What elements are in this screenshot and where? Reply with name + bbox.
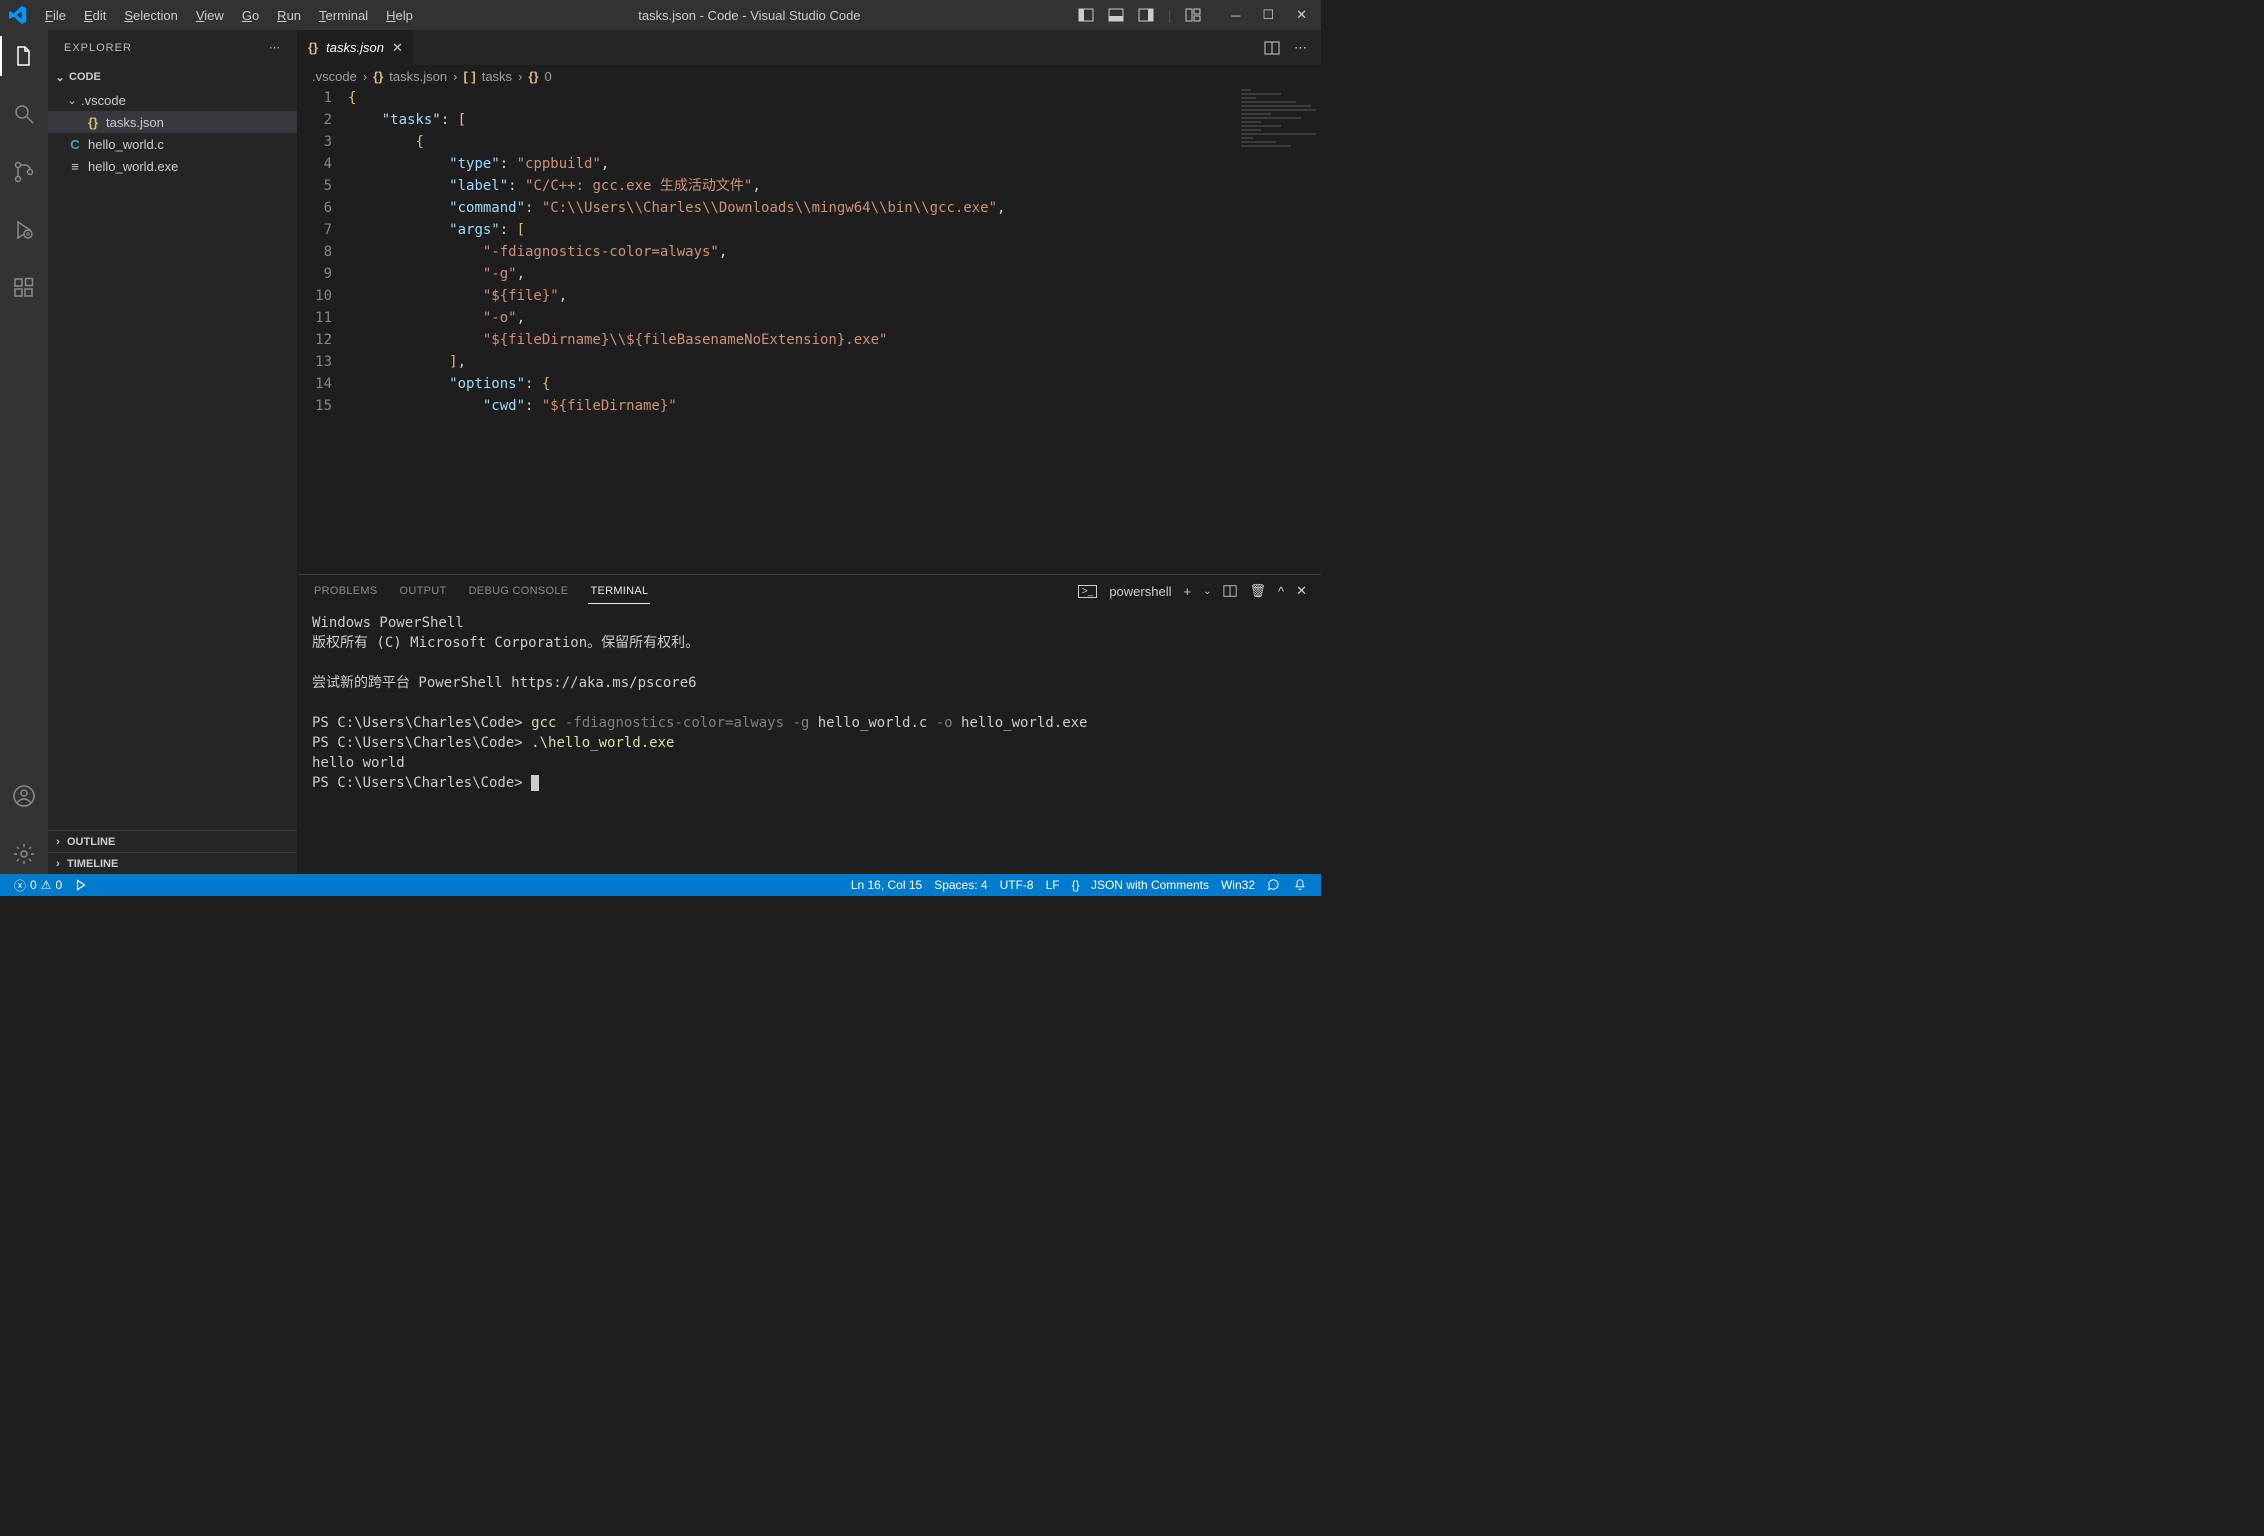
outline-section[interactable]: ›OUTLINE (48, 830, 297, 852)
status-bar: ⓧ0 ⚠0 Ln 16, Col 15 Spaces: 4 UTF-8 LF {… (0, 874, 1321, 896)
explorer-icon[interactable] (0, 36, 48, 76)
tab-output[interactable]: OUTPUT (398, 579, 449, 603)
object-icon: {} (528, 69, 538, 84)
json-file-icon: {} (308, 40, 318, 55)
tab-label: tasks.json (326, 40, 384, 55)
activity-bar (0, 30, 48, 874)
menu-file[interactable]: File (37, 4, 74, 27)
chevron-right-icon: › (52, 836, 64, 848)
status-eol[interactable]: LF (1040, 878, 1066, 892)
breadcrumb-segment[interactable]: .vscode (312, 69, 357, 84)
error-icon: ⓧ (14, 877, 26, 894)
tab-debug-console[interactable]: DEBUG CONSOLE (467, 579, 571, 603)
file-label: hello_world.exe (88, 159, 178, 174)
maximize-panel-icon[interactable]: ^ (1278, 584, 1284, 599)
accounts-icon[interactable] (0, 776, 48, 816)
menu-selection[interactable]: Selection (116, 4, 185, 27)
outline-label: OUTLINE (67, 836, 115, 848)
array-icon: [ ] (463, 69, 475, 84)
terminal[interactable]: Windows PowerShell 版权所有 (C) Microsoft Co… (298, 607, 1321, 874)
terminal-cursor (531, 775, 539, 791)
extensions-icon[interactable] (0, 268, 48, 308)
tab-tasks-json[interactable]: {} tasks.json ✕ (298, 30, 414, 65)
code-editor[interactable]: 123456789101112131415 { "tasks": [ { "ty… (298, 87, 1321, 574)
status-lang[interactable]: {} JSON with Comments (1066, 878, 1215, 892)
binary-file-icon: ≡ (66, 159, 84, 174)
c-file-icon: C (66, 137, 84, 152)
explorer-sidebar: EXPLORER ⋯ ⌄ CODE ⌄ .vscode {} tasks.jso… (48, 30, 298, 874)
terminal-name[interactable]: powershell (1109, 584, 1171, 599)
layout-controls[interactable]: | (1078, 7, 1215, 23)
chevron-down-icon: ⌄ (54, 71, 66, 84)
folder-label: .vscode (81, 93, 126, 108)
tab-terminal[interactable]: TERMINAL (588, 579, 650, 604)
panel-right-icon[interactable] (1138, 7, 1154, 23)
menu-help[interactable]: Help (378, 4, 421, 27)
tab-close-icon[interactable]: ✕ (392, 40, 403, 56)
maximize-icon[interactable]: ☐ (1262, 7, 1274, 23)
minimap[interactable] (1231, 87, 1321, 574)
source-control-icon[interactable] (0, 152, 48, 192)
status-spaces[interactable]: Spaces: 4 (928, 878, 993, 892)
minimize-icon[interactable]: ─ (1231, 8, 1240, 23)
kill-terminal-icon[interactable]: 🗑 (1249, 583, 1266, 599)
close-icon[interactable]: ✕ (1296, 7, 1307, 23)
split-terminal-icon[interactable] (1223, 584, 1237, 598)
menu-run[interactable]: Run (269, 4, 309, 27)
status-feedback-icon[interactable] (1261, 878, 1287, 892)
file-label: tasks.json (106, 115, 164, 130)
search-icon[interactable] (0, 94, 48, 134)
status-bell-icon[interactable] (1287, 878, 1313, 892)
run-debug-icon[interactable] (0, 210, 48, 250)
settings-gear-icon[interactable] (0, 834, 48, 874)
status-os[interactable]: Win32 (1215, 878, 1261, 892)
tab-problems[interactable]: PROBLEMS (312, 579, 380, 603)
terminal-shell-icon[interactable]: >_ (1078, 585, 1097, 598)
menu-terminal[interactable]: Terminal (311, 4, 376, 27)
line-numbers: 123456789101112131415 (298, 87, 348, 574)
panel-bottom-icon[interactable] (1108, 7, 1124, 23)
timeline-section[interactable]: ›TIMELINE (48, 852, 297, 874)
panel-left-icon[interactable] (1078, 7, 1094, 23)
file-hello-c[interactable]: C hello_world.c (48, 133, 297, 155)
vscode-logo-icon (0, 6, 35, 24)
status-debug[interactable] (68, 878, 94, 892)
title-bar: File Edit Selection View Go Run Terminal… (0, 0, 1321, 30)
explorer-title: EXPLORER (64, 42, 132, 54)
chevron-right-icon: › (52, 858, 64, 870)
breadcrumb[interactable]: .vscode› {}tasks.json› [ ]tasks› {}0 (298, 65, 1321, 87)
status-lncol[interactable]: Ln 16, Col 15 (845, 878, 928, 892)
window-title: tasks.json - Code - Visual Studio Code (423, 8, 1076, 23)
file-tasks-json[interactable]: {} tasks.json (48, 111, 297, 133)
new-terminal-icon[interactable]: + (1183, 584, 1191, 599)
menu-edit[interactable]: Edit (76, 4, 114, 27)
breadcrumb-segment[interactable]: 0 (545, 69, 552, 84)
status-errors[interactable]: ⓧ0 ⚠0 (8, 877, 68, 894)
panel-tabs: PROBLEMS OUTPUT DEBUG CONSOLE TERMINAL >… (298, 575, 1321, 607)
chevron-down-icon: ⌄ (66, 94, 78, 107)
timeline-label: TIMELINE (67, 858, 118, 870)
json-file-icon: {} (373, 69, 383, 84)
json-file-icon: {} (84, 115, 102, 130)
breadcrumb-segment[interactable]: tasks (482, 69, 512, 84)
terminal-dropdown-icon[interactable]: ⌄ (1203, 586, 1211, 597)
warning-icon: ⚠ (41, 878, 52, 892)
folder-root[interactable]: ⌄ CODE (48, 65, 297, 89)
editor-tabs: {} tasks.json ✕ ⋯ (298, 30, 1321, 65)
root-label: CODE (69, 71, 101, 83)
file-hello-exe[interactable]: ≡ hello_world.exe (48, 155, 297, 177)
status-encoding[interactable]: UTF-8 (994, 878, 1040, 892)
menu-go[interactable]: Go (234, 4, 267, 27)
code-content[interactable]: { "tasks": [ { "type": "cppbuild", "labe… (348, 87, 1321, 574)
file-label: hello_world.c (88, 137, 164, 152)
menu-view[interactable]: View (188, 4, 232, 27)
close-panel-icon[interactable]: ✕ (1296, 583, 1307, 599)
bottom-panel: PROBLEMS OUTPUT DEBUG CONSOLE TERMINAL >… (298, 574, 1321, 874)
split-editor-icon[interactable] (1264, 40, 1280, 56)
more-icon[interactable]: ⋯ (1294, 40, 1307, 56)
breadcrumb-segment[interactable]: tasks.json (389, 69, 447, 84)
more-icon[interactable]: ⋯ (269, 41, 281, 54)
customize-layout-icon[interactable] (1185, 7, 1201, 23)
folder-vscode[interactable]: ⌄ .vscode (48, 89, 297, 111)
